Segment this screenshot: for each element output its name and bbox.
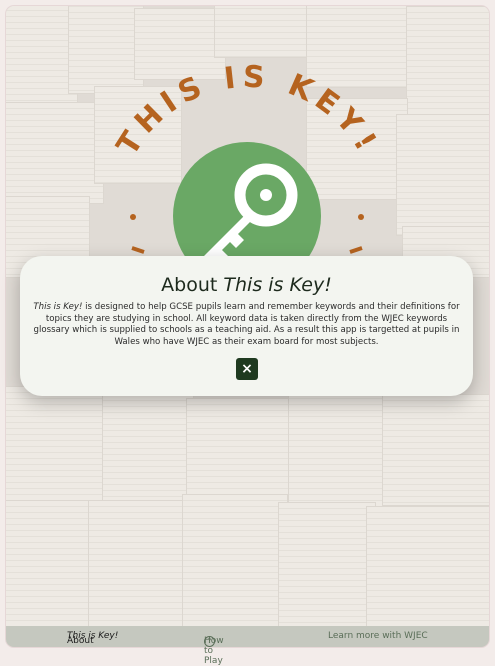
logo-lower-arc-fragment-right <box>349 246 363 254</box>
close-icon: × <box>241 361 253 377</box>
logo-dot-left <box>130 214 136 220</box>
footer-nav: About This is Key! ? How to Play Learn mo… <box>6 626 489 666</box>
modal-title: About This is Key! <box>161 274 332 296</box>
footer-learn-more-link[interactable]: Learn more with WJEC <box>328 631 428 641</box>
close-button[interactable]: × <box>236 358 258 380</box>
footer-about-link[interactable]: About This is Key! <box>67 631 118 646</box>
logo-lower-arc-fragment-left <box>131 246 145 254</box>
modal-body: This is Key! is designed to help GCSE pu… <box>33 302 460 347</box>
logo-dot-right <box>358 214 364 220</box>
